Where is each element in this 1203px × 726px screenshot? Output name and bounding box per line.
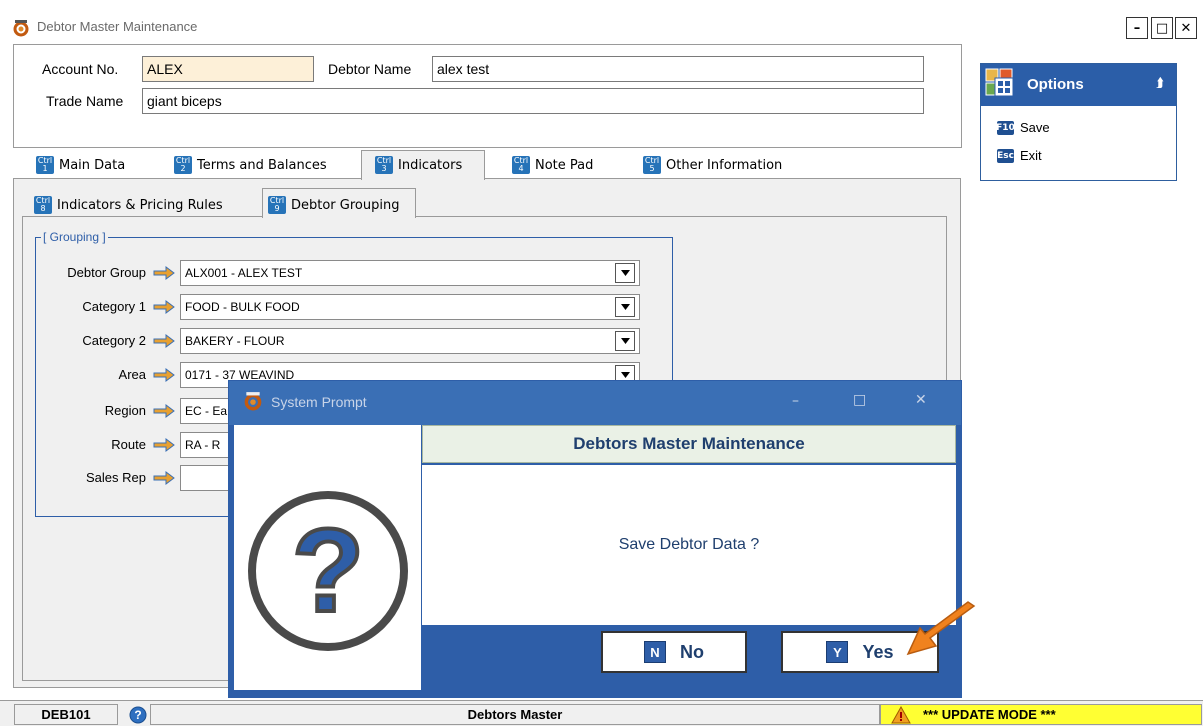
arrow-right-icon[interactable] [153,404,175,418]
tab-terms-and-balances[interactable]: Ctrl 2 Terms and Balances [174,156,327,174]
dialog-title: System Prompt [271,394,367,410]
f10-key-icon: F10 [996,120,1015,135]
debtor-group-label: Debtor Group [67,265,146,280]
debtor-group-select[interactable]: ALX001 - ALEX TEST [180,260,640,286]
status-code: DEB101 [14,704,118,725]
svg-text:?: ? [292,505,364,637]
sales-rep-label: Sales Rep [86,470,146,485]
warning-pencil-icon [891,706,911,724]
dialog-close-button[interactable]: ✕ [915,392,931,408]
grouping-legend: [ Grouping ] [41,230,108,244]
ctrl-key-icon: Ctrl 4 [512,156,530,174]
subtab-indicators-pricing-rules[interactable]: Ctrl 8 Indicators & Pricing Rules [34,196,223,214]
maximize-button[interactable]: □ [1151,17,1173,39]
ctrl-key-icon: Ctrl 1 [36,156,54,174]
options-panel: Options ⮭ F10 Save Esc Exit [980,63,1177,181]
options-title: Options [1027,76,1084,93]
tab-note-pad[interactable]: Ctrl 4 Note Pad [512,156,593,174]
option-exit[interactable]: Esc Exit [997,148,1042,163]
window-title: Debtor Master Maintenance [37,19,198,34]
trade-name-field[interactable]: giant biceps [142,88,924,114]
subtab-label: Debtor Grouping [291,197,400,213]
dropdown-arrow-icon[interactable] [615,331,635,351]
pointer-arrow-icon [906,601,976,656]
ctrl-key-icon: Ctrl 2 [174,156,192,174]
option-save[interactable]: F10 Save [996,120,1050,135]
dialog-titlebar: System Prompt – □ ✕ [229,381,961,425]
help-icon[interactable]: ? [127,704,149,725]
tab-label: Terms and Balances [197,157,327,173]
debtor-name-field[interactable]: alex test [432,56,924,82]
app-icon [244,392,262,411]
arrow-right-icon[interactable] [153,300,175,314]
options-header[interactable]: Options ⮭ [981,64,1176,106]
tab-label: Note Pad [535,157,594,173]
question-icon: ? [248,491,408,651]
category-2-label: Category 2 [82,333,146,348]
arrow-right-icon[interactable] [153,368,175,382]
header-panel: Account No. ALEX Debtor Name alex test T… [13,44,962,148]
trade-name-label: Trade Name [46,93,124,109]
dialog-message: Save Debtor Data ? [422,465,956,625]
dialog-icon-panel: ? [234,425,421,690]
tab-label: Indicators [398,157,463,173]
dropdown-arrow-icon[interactable] [615,263,635,283]
dialog-header: Debtors Master Maintenance [422,425,956,463]
arrow-right-icon[interactable] [153,266,175,280]
ctrl-key-icon: Ctrl 8 [34,196,52,214]
tab-indicators[interactable]: Ctrl 3 Indicators [375,156,462,174]
tab-label: Other Information [666,157,783,173]
minimize-button[interactable]: – [1126,17,1148,39]
area-label: Area [118,367,146,382]
category-1-select[interactable]: FOOD - BULK FOOD [180,294,640,320]
ctrl-key-icon: Ctrl 9 [268,196,286,214]
update-mode-badge: *** UPDATE MODE *** [880,704,1202,725]
arrow-right-icon[interactable] [153,471,175,485]
no-button[interactable]: N No [601,631,747,673]
esc-key-icon: Esc [997,148,1014,163]
update-mode-text: *** UPDATE MODE *** [923,707,1056,722]
option-exit-label: Exit [1020,148,1042,163]
option-save-label: Save [1020,120,1050,135]
route-label: Route [111,437,146,452]
status-center: Debtors Master [150,704,880,725]
app-icon [13,20,29,37]
debtor-name-label: Debtor Name [328,61,412,77]
options-icon [985,68,1014,97]
ctrl-key-icon: Ctrl 5 [643,156,661,174]
system-prompt-dialog: System Prompt – □ ✕ ? Debtors Master Mai… [228,380,962,698]
subtab-label: Indicators & Pricing Rules [57,197,223,213]
y-key-icon: Y [826,641,849,663]
arrow-right-icon[interactable] [153,438,175,452]
ctrl-key-icon: Ctrl 3 [375,156,393,174]
dialog-minimize-button[interactable]: – [792,393,808,409]
n-key-icon: N [644,641,666,663]
collapse-icon[interactable]: ⮭ [1156,76,1164,91]
category-1-label: Category 1 [82,299,146,314]
tab-other-information[interactable]: Ctrl 5 Other Information [643,156,782,174]
window-titlebar: Debtor Master Maintenance – □ ✕ [0,0,1203,44]
close-button[interactable]: ✕ [1175,17,1197,39]
yes-button-label: Yes [862,641,894,662]
account-no-label: Account No. [42,61,119,77]
account-no-field[interactable]: ALEX [142,56,314,82]
tab-main-data[interactable]: Ctrl 1 Main Data [36,156,125,174]
dialog-maximize-button[interactable]: □ [853,392,869,408]
dropdown-arrow-icon[interactable] [615,297,635,317]
category-2-select[interactable]: BAKERY - FLOUR [180,328,640,354]
arrow-right-icon[interactable] [153,334,175,348]
status-bar: DEB101 ? Debtors Master *** UPDATE MODE … [0,700,1203,726]
subtab-debtor-grouping[interactable]: Ctrl 9 Debtor Grouping [268,196,399,214]
region-label: Region [104,403,146,418]
svg-text:?: ? [134,708,141,722]
no-button-label: No [680,641,704,662]
tab-label: Main Data [59,157,126,173]
